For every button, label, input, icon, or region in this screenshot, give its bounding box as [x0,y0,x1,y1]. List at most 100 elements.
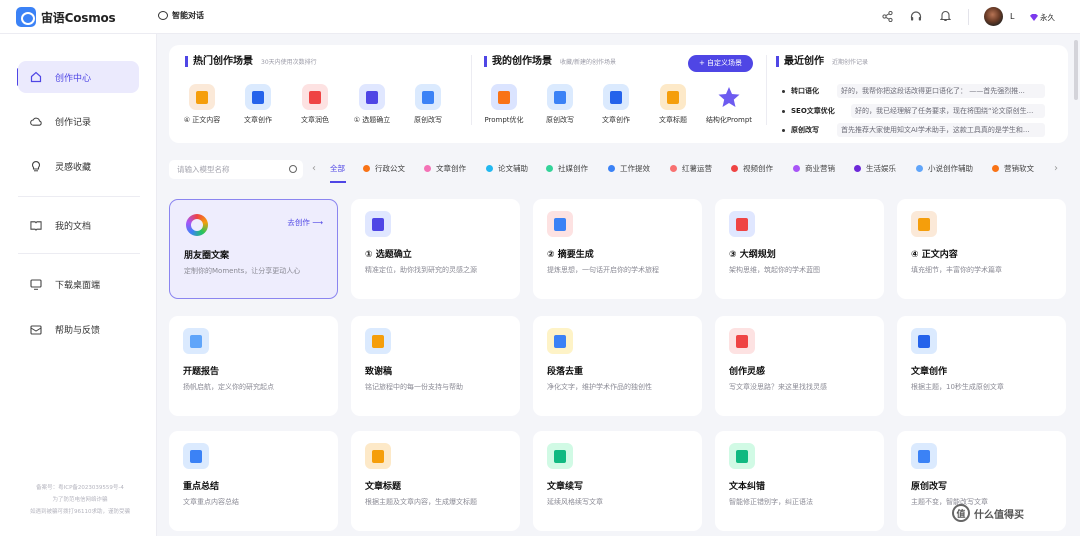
scene-card[interactable]: 文章续写 延续风格续写文章 [533,431,702,531]
category-tab[interactable]: 工作提效 [608,163,650,174]
scene-card[interactable]: 去创作 ⟶ 朋友圈文案 定制你的Moments，让分享更动人心 [169,199,338,299]
panel-divider [766,55,767,125]
tabs-prev-arrow[interactable]: ‹ [312,163,316,174]
scene-card[interactable]: 文本纠错 智能修正错别字，纠正语法 [715,431,884,531]
scene-label: 文章润色 [301,116,329,124]
sidebar-item-my-docs[interactable]: 我的文档 [18,209,139,241]
star-icon [718,87,740,107]
search-placeholder: 请输入模型名称 [177,165,230,174]
smart-chat-button[interactable]: 智能对话 [158,10,204,21]
bullet-dot [782,89,785,93]
app-logo[interactable]: 宙语Cosmos [16,7,116,27]
diamond-icon [1030,14,1038,21]
sidebar-divider [18,253,140,254]
moments-ring-icon [186,214,208,236]
scene-icon [660,84,686,110]
scene-card[interactable]: 段落去重 净化文字，维护学术作品的独创性 [533,316,702,416]
my-scene-item[interactable]: 结构化Prompt [699,84,759,125]
scene-card[interactable]: 文章标题 根据主题及文章内容，生成爆文标题 [351,431,520,531]
home-icon [30,71,42,83]
category-tab[interactable]: 红薯运营 [670,163,712,174]
custom-scene-button[interactable]: + 自定义场景 [688,55,753,72]
card-icon [729,328,755,354]
recent-item[interactable]: 原创改写 首先推荐大家使用知文AI学术助手，这款工具真的是学生和... [782,123,1045,137]
card-icon [183,443,209,469]
sidebar-item-creation-records[interactable]: 创作记录 [18,105,139,137]
hot-scene-item[interactable]: 文章创作 [228,84,288,125]
card-icon [365,211,391,237]
card-description: 填充细节，丰富你的学术篇章 [911,266,1002,274]
category-tab-label: 行政公文 [375,164,405,173]
go-create-link[interactable]: 去创作 ⟶ [287,217,323,228]
hot-scene-item[interactable]: ① 选题确立 [342,84,402,125]
icp-line[interactable]: 备案号：粤ICP备2023039559号-4 [18,482,142,494]
card-description: 提炼思想，一句话开启你的学术旅程 [547,266,659,274]
scene-card[interactable]: ③ 大纲规划 架构思维，筑起你的学术蓝图 [715,199,884,299]
card-icon [729,443,755,469]
category-tab[interactable]: 行政公文 [363,163,405,174]
scene-card[interactable]: 文章创作 根据主题，10秒生成原创文章 [897,316,1066,416]
card-description: 扬帆启航，定义你的研究起点 [183,383,274,391]
mail-icon [30,323,42,335]
card-title: ③ 大纲规划 [729,250,776,260]
category-dot-icon [546,165,553,172]
scene-card[interactable]: ④ 正文内容 填充细节，丰富你的学术篇章 [897,199,1066,299]
category-tab[interactable]: 商业营销 [793,163,835,174]
headset-icon[interactable] [909,9,923,23]
category-tab[interactable]: 小说创作辅助 [916,163,973,174]
sidebar-item-inspiration[interactable]: 灵感收藏 [18,150,139,182]
sidebar-divider [18,196,140,197]
hot-scene-item[interactable]: 原创改写 [398,84,458,125]
share-icon[interactable] [880,9,894,23]
recent-item[interactable]: 转口语化 好的，我帮你把这段话改得更口语化了： ——首先强烈推... [782,84,1045,98]
scene-label: 文章创作 [602,116,630,124]
hot-scene-item[interactable]: ④ 正文内容 [172,84,232,125]
scene-card[interactable]: ② 摘要生成 提炼思想，一句话开启你的学术旅程 [533,199,702,299]
category-tab[interactable]: 生活娱乐 [854,163,896,174]
category-tab[interactable]: 营销软文 [992,163,1034,174]
sidebar-item-download-desktop[interactable]: 下载桌面端 [18,268,139,300]
scene-card[interactable]: 致谢稿 铭记旅程中的每一份支持与帮助 [351,316,520,416]
recent-item[interactable]: SEO文章优化 好的，我已经理解了任务要求，现在将围绕“论文原创生... [782,104,1045,118]
search-icon[interactable] [289,165,297,173]
my-scene-item[interactable]: 原创改写 [530,84,590,125]
sidebar-item-label: 创作记录 [55,117,92,128]
card-icon [911,328,937,354]
username[interactable]: L [1010,12,1014,21]
recent-item-name: 转口语化 [791,87,819,95]
scene-card[interactable]: ① 选题确立 精准定位，助你找到研究的灵感之源 [351,199,520,299]
my-scene-item[interactable]: 文章标题 [643,84,703,125]
scene-icon [245,84,271,110]
category-tab[interactable]: 社媒创作 [546,163,588,174]
category-tab[interactable]: 全部 [330,163,345,174]
card-description: 延续风格续写文章 [547,498,603,506]
scene-label: 原创改写 [414,116,442,124]
scene-card[interactable]: 开题报告 扬帆启航，定义你的研究起点 [169,316,338,416]
icp-line: 如遇到被骗可拨打96110求助，谨防受骗 [30,509,130,515]
category-tab[interactable]: 视频创作 [731,163,773,174]
card-description: 精准定位，助你找到研究的灵感之源 [365,266,477,274]
category-dot-icon [363,165,370,172]
category-tab[interactable]: 论文辅助 [486,163,528,174]
card-title: 段落去重 [547,367,584,377]
vip-badge[interactable]: 永久 [1030,12,1055,23]
category-tab-label: 生活娱乐 [866,164,896,173]
avatar[interactable] [984,7,1003,26]
scrollbar[interactable] [1074,40,1078,100]
card-icon [547,328,573,354]
book-icon [30,219,42,231]
card-description: 写文章没思路？来这里找找灵感 [729,383,827,391]
sidebar-item-creation-center[interactable]: 创作中心 [18,61,139,93]
sidebar-item-help-feedback[interactable]: 帮助与反馈 [18,313,139,345]
my-scene-item[interactable]: Prompt优化 [474,84,534,125]
hot-scene-item[interactable]: 文章润色 [285,84,345,125]
category-tab[interactable]: 文章创作 [424,163,466,174]
my-scene-item[interactable]: 文章创作 [586,84,646,125]
hot-scenes-title: 热门创作场景 [185,56,253,67]
scene-card[interactable]: 创作灵感 写文章没思路？来这里找找灵感 [715,316,884,416]
tabs-next-arrow[interactable]: › [1054,163,1058,174]
model-search-input[interactable]: 请输入模型名称 [169,160,303,179]
scene-card[interactable]: 重点总结 文章重点内容总结 [169,431,338,531]
panel-divider [471,55,472,125]
bell-icon[interactable] [938,9,952,23]
